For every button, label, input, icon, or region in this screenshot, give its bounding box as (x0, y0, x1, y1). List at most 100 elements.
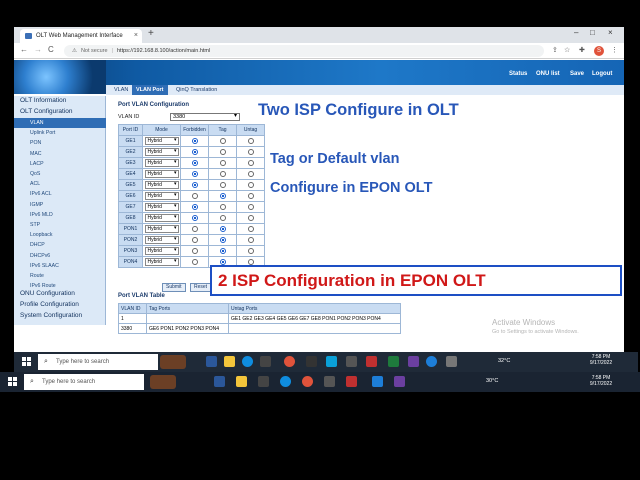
profile-avatar[interactable]: S (594, 46, 604, 56)
outer-teams-icon[interactable] (394, 376, 405, 387)
window-close-icon[interactable]: × (608, 28, 613, 37)
untag-radio[interactable] (247, 258, 254, 265)
outer-edge-icon[interactable] (280, 376, 291, 387)
mode-select[interactable]: Hybrid (144, 148, 179, 156)
untag-radio[interactable] (247, 247, 254, 254)
minimize-icon[interactable]: – (574, 28, 578, 37)
sidebar-heading-onu-configuration[interactable]: ONU Configuration (14, 289, 106, 299)
maximize-icon[interactable]: □ (590, 28, 595, 37)
top-link-save[interactable]: Save (570, 71, 584, 77)
forward-icon[interactable]: → (34, 45, 42, 54)
store-icon[interactable] (260, 356, 271, 367)
start-icon[interactable] (22, 357, 32, 367)
sidebar-item-route[interactable]: Route (14, 271, 106, 281)
sidebar-item-qos[interactable]: QoS (14, 169, 106, 179)
tab-close-icon[interactable]: × (134, 29, 138, 43)
mode-select[interactable]: Hybrid (144, 214, 179, 222)
outer-recorder-icon[interactable] (346, 376, 357, 387)
weather-widget-icon[interactable] (160, 355, 186, 369)
share-icon[interactable]: ⇪ (552, 46, 558, 54)
untag-radio[interactable] (247, 137, 254, 144)
tag-radio[interactable] (219, 214, 226, 221)
top-link-status[interactable]: Status (509, 71, 527, 77)
mode-select[interactable]: Hybrid (144, 137, 179, 145)
untag-radio[interactable] (247, 225, 254, 232)
url-field[interactable]: ⚠ Not secure | https://192.168.8.100/action… (64, 45, 544, 57)
untag-radio[interactable] (247, 159, 254, 166)
top-link-logout[interactable]: Logout (592, 71, 612, 77)
file-explorer-icon[interactable] (224, 356, 235, 367)
app-icon[interactable] (408, 356, 419, 367)
forbidden-radio[interactable] (191, 214, 198, 221)
forbidden-radio[interactable] (191, 192, 198, 199)
forbidden-radio[interactable] (191, 247, 198, 254)
vlan-id-select[interactable]: 3380 (170, 113, 240, 121)
mode-select[interactable]: Hybrid (144, 203, 179, 211)
browser-tab[interactable]: OLT Web Management Interface × (20, 29, 142, 43)
outer-task-view-icon[interactable] (214, 376, 225, 387)
sidebar-item-loopback[interactable]: Loopback (14, 230, 106, 240)
forbidden-radio[interactable] (191, 137, 198, 144)
network-tool-icon[interactable] (346, 356, 357, 367)
sidebar-item-dhcp[interactable]: DHCP (14, 240, 106, 250)
mode-select[interactable]: Hybrid (144, 236, 179, 244)
sidebar-heading-system-configuration[interactable]: System Configuration (14, 311, 106, 321)
outer-clock[interactable]: 7:58 PM 9/17/2022 (584, 375, 618, 387)
sidebar-item-vlan[interactable]: VLAN (14, 118, 106, 128)
mode-select[interactable]: Hybrid (144, 225, 179, 233)
tag-radio[interactable] (219, 203, 226, 210)
skype-icon[interactable] (326, 356, 337, 367)
tag-radio[interactable] (219, 181, 226, 188)
task-view-icon[interactable] (206, 356, 217, 367)
reload-icon[interactable]: C (48, 45, 54, 54)
tag-radio[interactable] (219, 159, 226, 166)
outer-start-icon[interactable] (8, 377, 18, 387)
outer-weather-widget-icon[interactable] (150, 375, 176, 389)
sidebar-item-pon[interactable]: PON (14, 138, 106, 148)
outer-file-explorer-icon[interactable] (236, 376, 247, 387)
forbidden-radio[interactable] (191, 258, 198, 265)
tag-radio[interactable] (219, 192, 226, 199)
sidebar-item-acl[interactable]: ACL (14, 179, 106, 189)
terminal-icon[interactable] (306, 356, 317, 367)
tag-radio[interactable] (219, 225, 226, 232)
mode-select[interactable]: Hybrid (144, 170, 179, 178)
outer-search-input[interactable]: ⌕ Type here to search (24, 374, 144, 390)
reset-button[interactable]: Reset (190, 283, 212, 292)
sidebar-item-ipv6-slaac[interactable]: IPv6 SLAAC (14, 261, 106, 271)
back-icon[interactable]: ← (20, 45, 28, 54)
untag-radio[interactable] (247, 192, 254, 199)
photos-icon[interactable] (446, 356, 457, 367)
menu-icon[interactable]: ⋮ (611, 46, 618, 54)
recorder-icon[interactable] (366, 356, 377, 367)
forbidden-radio[interactable] (191, 225, 198, 232)
edge-icon[interactable] (242, 356, 253, 367)
tag-radio[interactable] (219, 258, 226, 265)
outer-chrome-icon[interactable] (302, 376, 313, 387)
untag-radio[interactable] (247, 148, 254, 155)
sidebar-item-ipv6-acl[interactable]: IPv6 ACL (14, 189, 106, 199)
taskbar-search-input[interactable]: ⌕ Type here to search (38, 354, 158, 370)
browser-app-icon[interactable] (426, 356, 437, 367)
mode-select[interactable]: Hybrid (144, 247, 179, 255)
sidebar-item-stp[interactable]: STP (14, 220, 106, 230)
untag-radio[interactable] (247, 203, 254, 210)
excel-icon[interactable] (388, 356, 399, 367)
mode-select[interactable]: Hybrid (144, 181, 179, 189)
mode-select[interactable]: Hybrid (144, 192, 179, 200)
tab-qinq-translation[interactable]: QinQ Translation (172, 85, 221, 95)
forbidden-radio[interactable] (191, 236, 198, 243)
sidebar-item-igmp[interactable]: IGMP (14, 200, 106, 210)
tag-radio[interactable] (219, 170, 226, 177)
tag-radio[interactable] (219, 137, 226, 144)
chrome-icon[interactable] (284, 356, 295, 367)
new-tab-icon[interactable]: + (148, 28, 154, 39)
tag-radio[interactable] (219, 148, 226, 155)
sidebar-item-dhcpv6[interactable]: DHCPv6 (14, 251, 106, 261)
sidebar-item-uplink-port[interactable]: Uplink Port (14, 128, 106, 138)
forbidden-radio[interactable] (191, 148, 198, 155)
sidebar-heading-olt-information[interactable]: OLT Information (14, 96, 106, 106)
submit-button[interactable]: Submit (162, 283, 186, 292)
tag-radio[interactable] (219, 247, 226, 254)
clock[interactable]: 7:58 PM 9/17/2022 (586, 354, 616, 366)
